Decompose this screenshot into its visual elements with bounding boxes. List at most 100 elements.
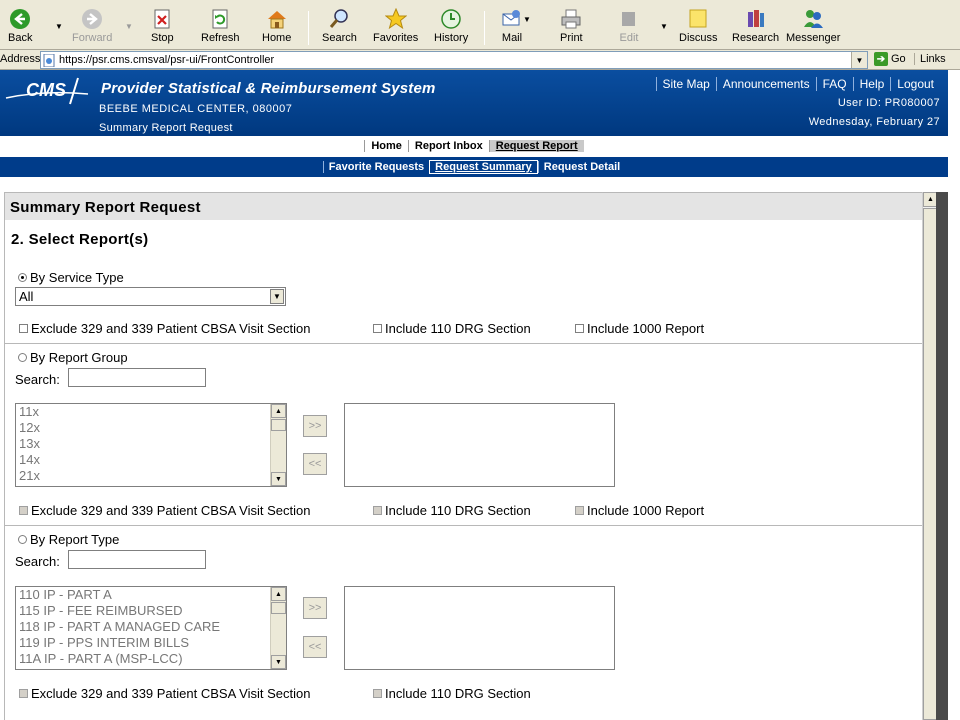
- report-group-label: By Report Group: [30, 350, 128, 365]
- list-item[interactable]: 115 IP - FEE REIMBURSED: [16, 603, 286, 619]
- checkbox-label: Include 1000 Report: [587, 503, 705, 518]
- provider-name: BEEBE MEDICAL CENTER, 080007: [99, 103, 293, 115]
- include-110-checkbox-2[interactable]: Include 110 DRG Section: [373, 503, 531, 518]
- exclude-cbsa-checkbox-1[interactable]: Exclude 329 and 339 Patient CBSA Visit S…: [19, 321, 310, 336]
- listbox-scrollbar[interactable]: ▲ ▼: [270, 587, 286, 669]
- primary-nav: Home Report Inbox Request Report: [0, 136, 948, 156]
- checkbox-label: Exclude 329 and 339 Patient CBSA Visit S…: [31, 503, 311, 518]
- listbox-scrollbar[interactable]: ▲ ▼: [270, 404, 286, 486]
- cms-header: CMS Provider Statistical & Reimbursement…: [0, 70, 948, 136]
- announcements-link[interactable]: Announcements: [715, 77, 816, 91]
- mail-button[interactable]: Mail: [501, 8, 523, 48]
- nav-request-report[interactable]: Request Report: [488, 140, 584, 152]
- scroll-thumb[interactable]: [271, 419, 286, 431]
- logout-link[interactable]: Logout: [890, 77, 940, 91]
- faq-link[interactable]: FAQ: [815, 77, 853, 91]
- discuss-button[interactable]: Discuss: [679, 8, 718, 48]
- add-report-group-button[interactable]: >>: [303, 415, 327, 437]
- nav-request-detail[interactable]: Request Detail: [537, 161, 625, 173]
- help-link[interactable]: Help: [852, 77, 891, 91]
- nav-report-inbox[interactable]: Report Inbox: [407, 140, 489, 152]
- report-group-radio[interactable]: By Report Group: [18, 350, 128, 365]
- home-button[interactable]: Home: [262, 8, 291, 48]
- selected-report-groups-listbox[interactable]: [344, 403, 615, 487]
- checkbox-label: Include 110 DRG Section: [385, 321, 531, 336]
- checkbox-icon: [373, 689, 382, 698]
- toolbar-separator: [308, 11, 309, 45]
- report-group-search-input[interactable]: [68, 368, 206, 387]
- report-type-search-input[interactable]: [68, 550, 206, 569]
- checkbox-icon: [373, 506, 382, 515]
- forward-button[interactable]: Forward: [72, 8, 112, 48]
- report-type-listbox[interactable]: 110 IP - PART A 115 IP - FEE REIMBURSED …: [15, 586, 287, 670]
- stop-button[interactable]: Stop: [151, 8, 174, 48]
- print-button[interactable]: Print: [560, 8, 583, 48]
- back-button[interactable]: Back: [8, 8, 32, 48]
- scroll-down-icon[interactable]: ▼: [271, 655, 286, 669]
- list-item[interactable]: 110 IP - PART A: [16, 587, 286, 603]
- checkbox-label: Include 110 DRG Section: [385, 503, 531, 518]
- refresh-button[interactable]: Refresh: [201, 8, 240, 48]
- go-button[interactable]: ➔ Go: [874, 52, 906, 66]
- edit-dropdown-icon[interactable]: ▼: [660, 22, 668, 31]
- messenger-button[interactable]: Messenger: [786, 8, 840, 48]
- radio-icon: [18, 353, 27, 362]
- list-item[interactable]: 21x: [16, 468, 286, 484]
- nav-home[interactable]: Home: [364, 140, 408, 152]
- include-1000-checkbox-1[interactable]: Include 1000 Report: [575, 321, 704, 336]
- divider: [5, 525, 922, 526]
- exclude-cbsa-checkbox-2[interactable]: Exclude 329 and 339 Patient CBSA Visit S…: [19, 503, 310, 518]
- mail-dropdown-icon[interactable]: ▼: [523, 15, 531, 24]
- divider: [5, 343, 922, 344]
- service-type-selected: All: [19, 289, 34, 304]
- edit-button[interactable]: Edit: [618, 8, 640, 48]
- step-title: 2. Select Report(s): [11, 231, 149, 248]
- main-content: Summary Report Request 2. Select Report(…: [0, 177, 948, 720]
- list-item[interactable]: 14x: [16, 452, 286, 468]
- site-map-link[interactable]: Site Map: [655, 77, 716, 91]
- scroll-up-icon[interactable]: ▲: [271, 404, 286, 418]
- address-input[interactable]: https://psr.cms.cmsval/psr-ui/FrontContr…: [40, 51, 868, 69]
- research-books-icon: [745, 8, 767, 30]
- nav-favorite-requests[interactable]: Favorite Requests: [322, 161, 429, 173]
- back-dropdown-icon[interactable]: ▼: [55, 22, 63, 31]
- include-1000-checkbox-2[interactable]: Include 1000 Report: [575, 503, 704, 518]
- list-item[interactable]: 119 IP - PPS INTERIM BILLS: [16, 635, 286, 651]
- address-dropdown-icon[interactable]: ▼: [851, 52, 867, 68]
- search-button[interactable]: Search: [322, 8, 357, 48]
- list-item[interactable]: 13x: [16, 436, 286, 452]
- favorites-button[interactable]: Favorites: [373, 8, 418, 48]
- chevron-down-icon[interactable]: ▼: [270, 289, 284, 304]
- report-group-listbox[interactable]: 11x 12x 13x 14x 21x ▲ ▼: [15, 403, 287, 487]
- list-item[interactable]: 12x: [16, 420, 286, 436]
- include-110-checkbox-1[interactable]: Include 110 DRG Section: [373, 321, 531, 336]
- list-item[interactable]: 11x: [16, 404, 286, 420]
- include-110-checkbox-3[interactable]: Include 110 DRG Section: [373, 686, 531, 701]
- remove-report-type-button[interactable]: <<: [303, 636, 327, 658]
- list-item[interactable]: 11A IP - PART A (MSP-LCC): [16, 651, 286, 667]
- add-report-type-button[interactable]: >>: [303, 597, 327, 619]
- report-type-radio[interactable]: By Report Type: [18, 532, 119, 547]
- radio-icon: [18, 535, 27, 544]
- remove-report-group-button[interactable]: <<: [303, 453, 327, 475]
- history-button[interactable]: History: [434, 8, 468, 48]
- top-links: Site Map Announcements FAQ Help Logout: [655, 77, 941, 91]
- list-item[interactable]: 118 IP - PART A MANAGED CARE: [16, 619, 286, 635]
- toolbar-separator: [484, 11, 485, 45]
- checkbox-label: Include 110 DRG Section: [385, 686, 531, 701]
- mail-icon: [501, 8, 523, 30]
- nav-request-summary[interactable]: Request Summary: [429, 160, 538, 174]
- scroll-down-icon[interactable]: ▼: [271, 472, 286, 486]
- service-type-radio[interactable]: By Service Type: [18, 270, 124, 285]
- report-type-label: By Report Type: [30, 532, 120, 547]
- service-type-select[interactable]: All ▼: [15, 287, 286, 306]
- research-button[interactable]: Research: [732, 8, 779, 48]
- scroll-up-icon[interactable]: ▲: [271, 587, 286, 601]
- forward-dropdown-icon[interactable]: ▼: [125, 22, 133, 31]
- scroll-thumb[interactable]: [271, 602, 286, 614]
- selected-report-types-listbox[interactable]: [344, 586, 615, 670]
- links-button[interactable]: Links: [914, 53, 946, 65]
- go-arrow-icon: ➔: [874, 52, 888, 66]
- exclude-cbsa-checkbox-3[interactable]: Exclude 329 and 339 Patient CBSA Visit S…: [19, 686, 310, 701]
- star-icon: [384, 8, 407, 30]
